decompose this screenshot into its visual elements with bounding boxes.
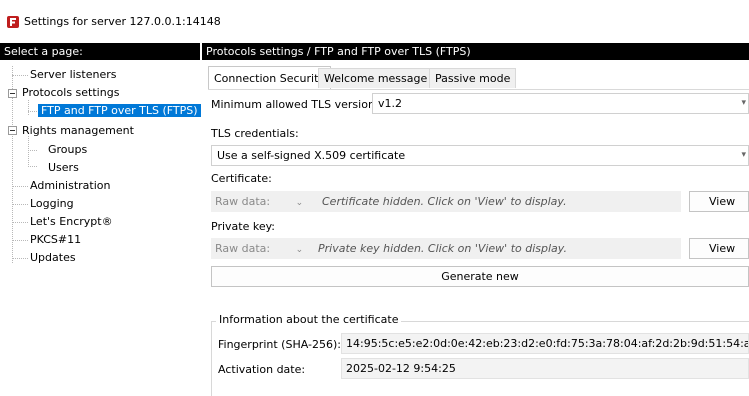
tree-item-lets-encrypt[interactable]: Let's Encrypt® <box>30 214 113 230</box>
collapse-icon[interactable] <box>8 89 17 98</box>
cert-raw-value: Raw data: <box>215 195 271 208</box>
chevron-down-icon: ⌄ <box>295 198 304 208</box>
private-key-label: Private key: <box>211 220 276 233</box>
tree-line <box>28 166 37 167</box>
fingerprint-label: Fingerprint (SHA-256): <box>218 338 341 351</box>
tree-item-ftp-tls[interactable]: FTP and FTP over TLS (FTPS) <box>38 103 201 119</box>
tree-line <box>12 258 28 259</box>
tree-item-server-listeners[interactable]: Server listeners <box>30 67 117 83</box>
min-tls-label: Minimum allowed TLS version: <box>211 98 379 111</box>
tls-credentials-label: TLS credentials: <box>211 127 299 140</box>
key-raw-value: Raw data: <box>215 242 271 255</box>
tab-divider <box>208 89 749 90</box>
credentials-select[interactable]: Use a self-signed X.509 certificate ▾ <box>211 145 749 166</box>
tree-item-logging[interactable]: Logging <box>30 196 74 212</box>
cert-view-button[interactable]: View <box>689 191 749 212</box>
tree-line <box>12 186 28 187</box>
fingerprint-value[interactable]: 14:95:5c:e5:e2:0d:0e:42:eb:23:d2:e0:fd:7… <box>341 333 749 354</box>
tree-item-pkcs11[interactable]: PKCS#11 <box>30 232 81 248</box>
chevron-down-icon: ▾ <box>741 150 746 160</box>
tab-welcome-message[interactable]: Welcome message <box>318 68 434 88</box>
tree-line <box>12 222 28 223</box>
tree-line <box>28 136 29 167</box>
key-raw-select[interactable]: Raw data: ⌄ <box>215 238 303 259</box>
tree-line <box>28 100 29 115</box>
min-tls-value: v1.2 <box>378 97 403 110</box>
select-page-header: Select a page: <box>0 43 200 60</box>
tab-connection-security[interactable]: Connection Security <box>208 66 331 89</box>
tree-item-administration[interactable]: Administration <box>30 178 111 194</box>
window-title: Settings for server 127.0.0.1:14148 <box>24 15 221 28</box>
certificate-info-title: Information about the certificate <box>216 313 402 326</box>
page-title: Protocols settings / FTP and FTP over TL… <box>202 43 749 60</box>
tree-item-rights-management[interactable]: Rights management <box>22 123 134 139</box>
cert-raw-select[interactable]: Raw data: ⌄ <box>215 191 303 212</box>
credentials-value: Use a self-signed X.509 certificate <box>217 149 406 162</box>
cert-hidden-text: Certificate hidden. Click on 'View' to d… <box>322 195 567 208</box>
title-bar: Settings for server 127.0.0.1:14148 <box>0 0 749 40</box>
settings-tree: Server listeners Protocols settings FTP … <box>0 60 201 396</box>
tree-line <box>12 240 28 241</box>
tree-item-label: FTP and FTP over TLS (FTPS) <box>38 104 201 117</box>
tree-line <box>12 204 28 205</box>
chevron-down-icon: ▾ <box>741 98 746 108</box>
activation-date-value[interactable]: 2025-02-12 9:54:25 <box>341 358 749 379</box>
tree-item-users[interactable]: Users <box>48 160 79 176</box>
collapse-icon[interactable] <box>8 126 17 135</box>
tree-line <box>28 111 37 112</box>
certificate-label: Certificate: <box>211 172 272 185</box>
activation-date-label: Activation date: <box>218 363 306 376</box>
tree-line <box>12 75 28 76</box>
tree-item-updates[interactable]: Updates <box>30 250 76 266</box>
min-tls-select[interactable]: v1.2 ▾ <box>372 93 749 114</box>
filezilla-server-icon <box>7 16 19 28</box>
generate-new-button[interactable]: Generate new <box>211 266 749 287</box>
key-hidden-text: Private key hidden. Click on 'View' to d… <box>318 242 567 255</box>
tree-item-protocols-settings[interactable]: Protocols settings <box>22 85 119 101</box>
tab-passive-mode[interactable]: Passive mode <box>429 68 517 88</box>
chevron-down-icon: ⌄ <box>295 245 304 255</box>
tree-item-groups[interactable]: Groups <box>48 142 87 158</box>
settings-panel: Connection Security Welcome message Pass… <box>202 60 749 396</box>
key-view-button[interactable]: View <box>689 238 749 259</box>
tree-line <box>28 150 37 151</box>
